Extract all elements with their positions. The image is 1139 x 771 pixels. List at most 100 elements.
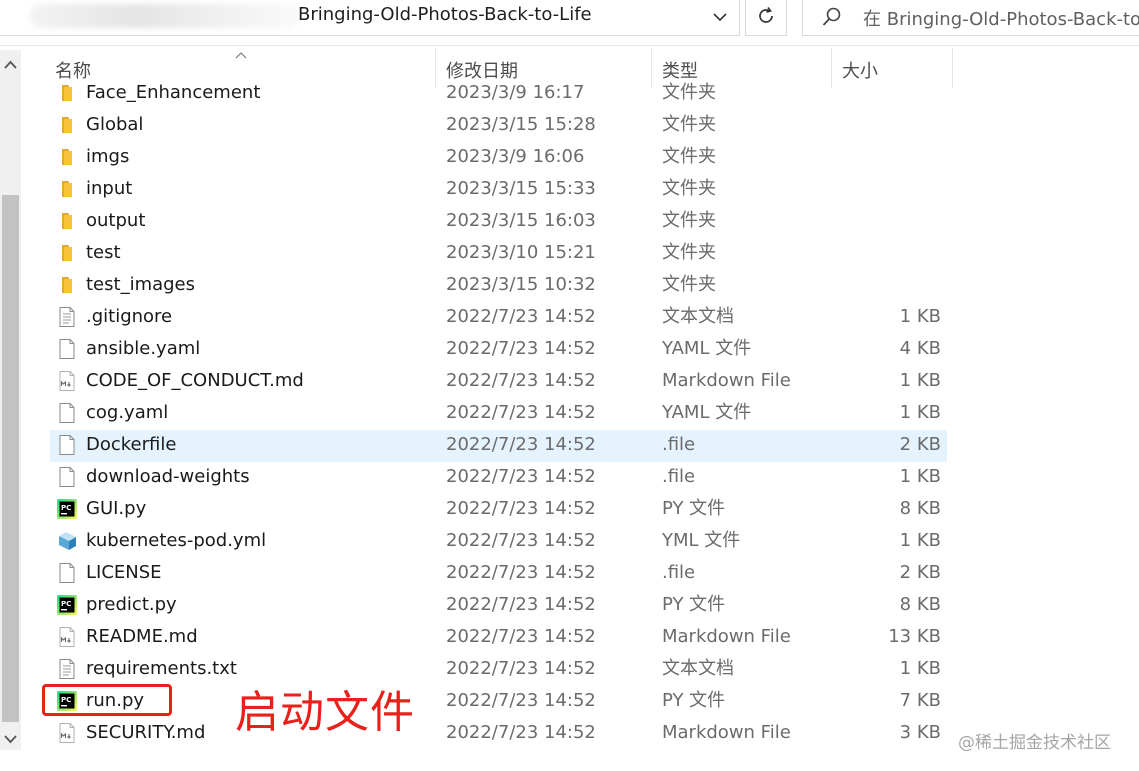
- folder-icon: [56, 178, 78, 200]
- file-row[interactable]: Global 2023/3/15 15:28 文件夹: [50, 110, 947, 142]
- folder-icon: [56, 82, 78, 104]
- file-type: .file: [662, 434, 696, 455]
- file-date: 2022/7/23 14:52: [446, 722, 596, 743]
- file-row[interactable]: CODE_OF_CONDUCT.md 2022/7/23 14:52 Markdow…: [50, 366, 947, 398]
- blank-file-icon: [56, 434, 78, 456]
- file-size: 3 KB: [899, 722, 941, 743]
- file-row[interactable]: kubernetes-pod.yml 2022/7/23 14:52 YML 文件 1…: [50, 526, 947, 558]
- file-type: YAML 文件: [662, 338, 752, 359]
- file-type: .file: [662, 562, 696, 583]
- file-type: PY 文件: [662, 498, 726, 519]
- markdown-file-icon: [56, 626, 78, 648]
- file-row[interactable]: Face_Enhancement 2023/3/9 16:17 文件夹: [50, 78, 947, 110]
- file-row[interactable]: test 2023/3/10 15:21 文件夹: [50, 238, 947, 270]
- file-type: 文件夹: [662, 146, 716, 167]
- svg-text:PC: PC: [61, 504, 71, 512]
- scroll-down-arrow-icon[interactable]: [3, 730, 18, 749]
- sort-ascending-icon: [235, 44, 247, 63]
- file-name: Global: [86, 114, 144, 135]
- file-name: cog.yaml: [86, 402, 169, 423]
- file-name: input: [86, 178, 133, 199]
- file-name: .gitignore: [86, 306, 173, 327]
- blurred-path-segment: [30, 4, 300, 28]
- file-name: CODE_OF_CONDUCT.md: [86, 370, 304, 391]
- file-type: 文件夹: [662, 114, 716, 135]
- file-name: ansible.yaml: [86, 338, 201, 359]
- file-size: 1 KB: [899, 306, 941, 327]
- file-row[interactable]: test_images 2023/3/15 10:32 文件夹: [50, 270, 947, 302]
- blank-file-icon: [56, 402, 78, 424]
- file-date: 2023/3/10 15:21: [446, 242, 596, 263]
- file-name: GUI.py: [86, 498, 147, 519]
- file-date: 2022/7/23 14:52: [446, 338, 596, 359]
- file-name: requirements.txt: [86, 658, 237, 679]
- refresh-button[interactable]: [745, 0, 787, 36]
- file-size: 8 KB: [899, 498, 941, 519]
- file-size: 1 KB: [899, 658, 941, 679]
- file-date: 2023/3/15 15:33: [446, 178, 596, 199]
- file-row[interactable]: SECURITY.md 2022/7/23 14:52 Markdown File 3…: [50, 718, 947, 750]
- file-size: 1 KB: [899, 530, 941, 551]
- file-name: imgs: [86, 146, 130, 167]
- markdown-file-icon: [56, 722, 78, 744]
- file-row[interactable]: .gitignore 2022/7/23 14:52 文本文档 1 KB: [50, 302, 947, 334]
- file-row[interactable]: PC GUI.py 2022/7/23 14:52 PY 文件 8 KB: [50, 494, 947, 526]
- chevron-down-icon[interactable]: [708, 6, 732, 28]
- pycharm-file-icon: PC: [56, 498, 78, 520]
- file-name: kubernetes-pod.yml: [86, 530, 267, 551]
- file-date: 2023/3/15 16:03: [446, 210, 596, 231]
- file-type: 文本文档: [662, 658, 734, 679]
- search-input[interactable]: 在 Bringing-Old-Photos-Back-to: [863, 5, 1139, 31]
- folder-icon: [56, 274, 78, 296]
- file-type: 文件夹: [662, 274, 716, 295]
- file-row[interactable]: download-weights 2022/7/23 14:52 .file 1 KB: [50, 462, 947, 494]
- text-file-icon: [56, 658, 78, 680]
- refresh-icon: [756, 6, 776, 30]
- file-row[interactable]: requirements.txt 2022/7/23 14:52 文本文档 1 KB: [50, 654, 947, 686]
- file-row[interactable]: imgs 2023/3/9 16:06 文件夹: [50, 142, 947, 174]
- file-date: 2022/7/23 14:52: [446, 626, 596, 647]
- address-bar[interactable]: Bringing-Old-Photos-Back-to-Life: [0, 0, 740, 36]
- file-type: 文件夹: [662, 242, 716, 263]
- file-name: predict.py: [86, 594, 177, 615]
- scrollbar-thumb[interactable]: [2, 195, 19, 722]
- file-type: 文件夹: [662, 178, 716, 199]
- file-size: 2 KB: [899, 434, 941, 455]
- file-date: 2023/3/9 16:17: [446, 82, 585, 103]
- blank-file-icon: [56, 562, 78, 584]
- file-row[interactable]: Dockerfile 2022/7/23 14:52 .file 2 KB: [50, 430, 947, 462]
- file-date: 2022/7/23 14:52: [446, 594, 596, 615]
- file-name: download-weights: [86, 466, 250, 487]
- file-date: 2022/7/23 14:52: [446, 658, 596, 679]
- text-file-icon: [56, 306, 78, 328]
- file-size: 13 KB: [888, 626, 941, 647]
- file-type: PY 文件: [662, 594, 726, 615]
- svg-text:PC: PC: [61, 600, 71, 608]
- file-date: 2022/7/23 14:52: [446, 370, 596, 391]
- file-row[interactable]: README.md 2022/7/23 14:52 Markdown File 13 …: [50, 622, 947, 654]
- file-row[interactable]: output 2023/3/15 16:03 文件夹: [50, 206, 947, 238]
- search-icon: [821, 6, 843, 32]
- file-row[interactable]: cog.yaml 2022/7/23 14:52 YAML 文件 1 KB: [50, 398, 947, 430]
- file-row[interactable]: PC predict.py 2022/7/23 14:52 PY 文件 8 KB: [50, 590, 947, 622]
- file-row[interactable]: LICENSE 2022/7/23 14:52 .file 2 KB: [50, 558, 947, 590]
- file-type: 文件夹: [662, 82, 716, 103]
- file-date: 2022/7/23 14:52: [446, 466, 596, 487]
- vertical-scrollbar[interactable]: [0, 50, 21, 750]
- file-name: test: [86, 242, 121, 263]
- scroll-up-arrow-icon[interactable]: [3, 56, 18, 75]
- file-type: Markdown File: [662, 722, 791, 743]
- file-name: LICENSE: [86, 562, 162, 583]
- file-row[interactable]: ansible.yaml 2022/7/23 14:52 YAML 文件 4 KB: [50, 334, 947, 366]
- file-date: 2022/7/23 14:52: [446, 690, 596, 711]
- file-name: output: [86, 210, 146, 231]
- address-path[interactable]: Bringing-Old-Photos-Back-to-Life: [298, 4, 592, 25]
- file-row[interactable]: PC run.py 2022/7/23 14:52 PY 文件 7 KB: [50, 686, 947, 718]
- file-name: Face_Enhancement: [86, 82, 261, 103]
- blank-file-icon: [56, 466, 78, 488]
- annotation-label: 启动文件: [235, 687, 415, 738]
- file-row[interactable]: input 2023/3/15 15:33 文件夹: [50, 174, 947, 206]
- search-box[interactable]: 在 Bringing-Old-Photos-Back-to: [802, 0, 1139, 36]
- annotation-highlight-box: [42, 684, 172, 716]
- file-list: Face_Enhancement 2023/3/9 16:17 文件夹 Global 2…: [50, 78, 950, 768]
